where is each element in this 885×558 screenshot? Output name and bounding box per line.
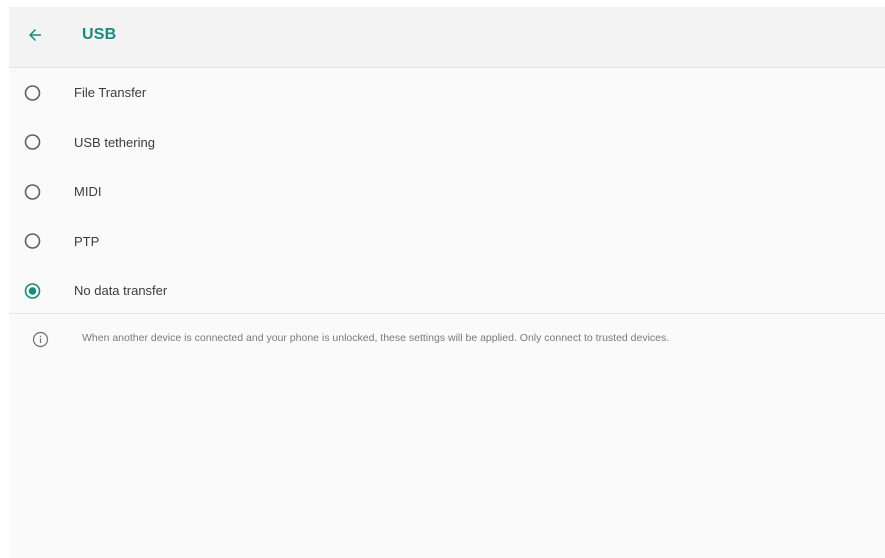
radio-unchecked-icon[interactable] [24,134,41,151]
usb-mode-options: File Transfer USB tethering MIDI PTP No [9,68,885,316]
info-footer: When another device is connected and you… [9,329,885,351]
usb-settings-screen: USB File Transfer USB tethering MIDI PTP… [9,7,885,558]
option-file-transfer[interactable]: File Transfer [9,68,885,118]
radio-checked-icon[interactable] [24,282,41,299]
info-text: When another device is connected and you… [82,332,670,344]
radio-unchecked-icon[interactable] [24,84,41,101]
option-no-data-transfer[interactable]: No data transfer [9,266,885,316]
divider [9,313,885,314]
option-midi[interactable]: MIDI [9,167,885,217]
page-title: USB [82,26,117,43]
arrow-left-icon [29,29,41,41]
option-label: USB tethering [74,134,155,150]
option-label: PTP [74,233,100,249]
app-bar: USB [9,7,885,68]
radio-unchecked-icon[interactable] [24,183,41,200]
radio-unchecked-icon[interactable] [24,233,41,250]
option-label: File Transfer [74,85,147,101]
back-button[interactable] [23,23,47,47]
option-ptp[interactable]: PTP [9,217,885,267]
info-icon [32,331,49,348]
option-usb-tethering[interactable]: USB tethering [9,118,885,168]
option-label: MIDI [74,184,102,200]
option-label: No data transfer [74,283,168,299]
